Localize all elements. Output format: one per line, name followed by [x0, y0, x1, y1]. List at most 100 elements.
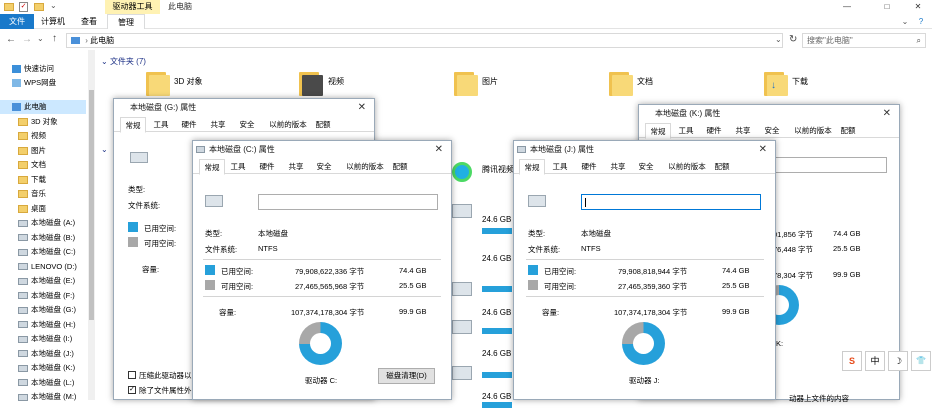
- volume-name-input[interactable]: [258, 194, 438, 210]
- close-button[interactable]: ✕: [904, 0, 932, 14]
- folders-group-header[interactable]: ⌄ 文件夹 (7): [101, 56, 146, 67]
- sidebar-scrollbar-thumb[interactable]: [89, 90, 94, 320]
- sidebar-item[interactable]: 本地磁盘 (F:): [18, 289, 75, 303]
- tab-general[interactable]: 常规: [199, 159, 225, 175]
- index-checkbox[interactable]: ✓: [128, 386, 136, 394]
- refresh-button[interactable]: ↻: [789, 34, 797, 45]
- sidebar-item[interactable]: 本地磁盘 (G:): [18, 303, 76, 317]
- skin-icon[interactable]: 👕: [911, 351, 931, 371]
- address-bar[interactable]: › 此电脑: [66, 33, 783, 48]
- tab-security[interactable]: 安全: [236, 117, 258, 132]
- tab-tools[interactable]: 工具: [150, 117, 172, 132]
- tab-security[interactable]: 安全: [313, 159, 335, 174]
- back-button[interactable]: ←: [6, 34, 16, 45]
- properties-quick-icon[interactable]: ✓: [19, 2, 28, 12]
- help-icon[interactable]: ?: [914, 14, 928, 29]
- tab-computer[interactable]: 计算机: [36, 14, 70, 29]
- tab-quota[interactable]: 配额: [312, 117, 334, 132]
- sidebar-item[interactable]: 本地磁盘 (C:): [18, 245, 76, 259]
- sidebar-item[interactable]: 快速访问: [12, 62, 54, 76]
- drive-tile-icon[interactable]: [452, 320, 472, 334]
- dialog-close-button[interactable]: ✕: [435, 141, 443, 159]
- tencent-video-icon[interactable]: [452, 162, 472, 182]
- sidebar-item[interactable]: 本地磁盘 (I:): [18, 332, 72, 346]
- tab-general[interactable]: 常规: [120, 117, 146, 133]
- recent-locations-icon[interactable]: ⌄: [37, 34, 44, 43]
- forward-button[interactable]: →: [22, 34, 32, 45]
- dialog-close-button[interactable]: ✕: [358, 99, 366, 117]
- sidebar-item[interactable]: 桌面: [18, 202, 46, 216]
- sidebar-item[interactable]: 本地磁盘 (K:): [18, 361, 75, 375]
- moon-icon[interactable]: ☽: [888, 351, 908, 371]
- tab-security[interactable]: 安全: [635, 159, 657, 174]
- sogou-logo-icon[interactable]: S: [842, 351, 862, 371]
- tab-sharing[interactable]: 共享: [607, 159, 629, 174]
- tab-hardware[interactable]: 硬件: [703, 123, 725, 138]
- maximize-button[interactable]: □: [872, 0, 902, 14]
- sidebar-item[interactable]: 3D 对象: [18, 115, 58, 129]
- folder-downloads[interactable]: ↓: [764, 70, 788, 96]
- breadcrumb-arrow-icon[interactable]: ›: [85, 36, 88, 45]
- sidebar-item[interactable]: 图片: [18, 144, 46, 158]
- drive-tile-icon[interactable]: [452, 366, 472, 380]
- collapse-chevron-icon[interactable]: ⌄: [101, 57, 110, 66]
- chinese-mode-button[interactable]: 中: [865, 351, 885, 371]
- tab-previous-versions[interactable]: 以前的版本: [266, 117, 310, 132]
- tab-tools[interactable]: 工具: [675, 123, 697, 138]
- tab-previous-versions[interactable]: 以前的版本: [665, 159, 709, 174]
- tab-general[interactable]: 常规: [645, 123, 671, 139]
- folder-pictures[interactable]: [454, 70, 478, 96]
- tab-manage[interactable]: 管理: [107, 14, 145, 29]
- breadcrumb-this-pc[interactable]: 此电脑: [90, 36, 114, 45]
- tab-previous-versions[interactable]: 以前的版本: [343, 159, 387, 174]
- tab-sharing[interactable]: 共享: [285, 159, 307, 174]
- sidebar-item[interactable]: 本地磁盘 (A:): [18, 216, 75, 230]
- sidebar-item[interactable]: 视频: [18, 129, 46, 143]
- folder-videos[interactable]: [299, 70, 323, 96]
- tab-sharing[interactable]: 共享: [732, 123, 754, 138]
- drive-tile-icon[interactable]: [452, 204, 472, 218]
- up-button[interactable]: ↑: [52, 33, 57, 44]
- sidebar-item[interactable]: 本地磁盘 (M:): [18, 390, 76, 404]
- sidebar-item[interactable]: LENOVO (D:): [18, 260, 77, 274]
- tab-hardware[interactable]: 硬件: [178, 117, 200, 132]
- sidebar-item[interactable]: 本地磁盘 (L:): [18, 376, 74, 390]
- address-dropdown-icon[interactable]: ⌄: [775, 35, 782, 44]
- sidebar-item[interactable]: 文档: [18, 158, 46, 172]
- quick-access-dropdown-icon[interactable]: ⌄: [50, 1, 57, 10]
- volume-name-input[interactable]: [771, 157, 887, 173]
- dialog-close-button[interactable]: ✕: [759, 141, 767, 159]
- volume-name-input[interactable]: [581, 194, 761, 210]
- folder-3d-objects[interactable]: [146, 70, 170, 96]
- sidebar-item[interactable]: 本地磁盘 (B:): [18, 231, 75, 245]
- devices-group-chevron-icon[interactable]: ⌄: [101, 145, 108, 154]
- properties-dialog-j[interactable]: 本地磁盘 (J:) 属性 ✕ 常规 工具 硬件 共享 安全 以前的版本 配额 类型…: [513, 140, 776, 400]
- tab-sharing[interactable]: 共享: [207, 117, 229, 132]
- properties-dialog-c[interactable]: 本地磁盘 (C:) 属性 ✕ 常规 工具 硬件 共享 安全 以前的版本 配额 类型…: [192, 140, 452, 400]
- sidebar-item[interactable]: 本地磁盘 (J:): [18, 347, 74, 361]
- sidebar-item[interactable]: 本地磁盘 (H:): [18, 318, 76, 332]
- tab-tools[interactable]: 工具: [227, 159, 249, 174]
- sidebar-item[interactable]: 此电脑: [0, 100, 86, 114]
- tab-security[interactable]: 安全: [761, 123, 783, 138]
- tab-file[interactable]: 文件: [0, 14, 34, 29]
- tab-hardware[interactable]: 硬件: [578, 159, 600, 174]
- sidebar-item[interactable]: 下载: [18, 173, 46, 187]
- sidebar-item[interactable]: 音乐: [18, 187, 46, 201]
- tab-view[interactable]: 查看: [72, 14, 106, 29]
- sidebar-item[interactable]: WPS网盘: [12, 76, 56, 90]
- disk-cleanup-button[interactable]: 磁盘清理(D): [378, 368, 435, 384]
- tab-previous-versions[interactable]: 以前的版本: [791, 123, 835, 138]
- tab-quota[interactable]: 配额: [389, 159, 411, 174]
- sidebar-item[interactable]: 本地磁盘 (E:): [18, 274, 75, 288]
- compress-checkbox[interactable]: [128, 371, 136, 379]
- tab-quota[interactable]: 配额: [711, 159, 733, 174]
- tab-tools[interactable]: 工具: [549, 159, 571, 174]
- minimize-button[interactable]: —: [832, 0, 862, 14]
- drive-tile-icon[interactable]: [452, 282, 472, 296]
- new-folder-quick-icon[interactable]: [34, 3, 44, 11]
- tab-quota[interactable]: 配额: [837, 123, 859, 138]
- ribbon-expand-icon[interactable]: ⌄: [898, 14, 912, 29]
- folder-documents[interactable]: [609, 70, 633, 96]
- search-input[interactable]: 搜索"此电脑" ⌕: [802, 33, 926, 48]
